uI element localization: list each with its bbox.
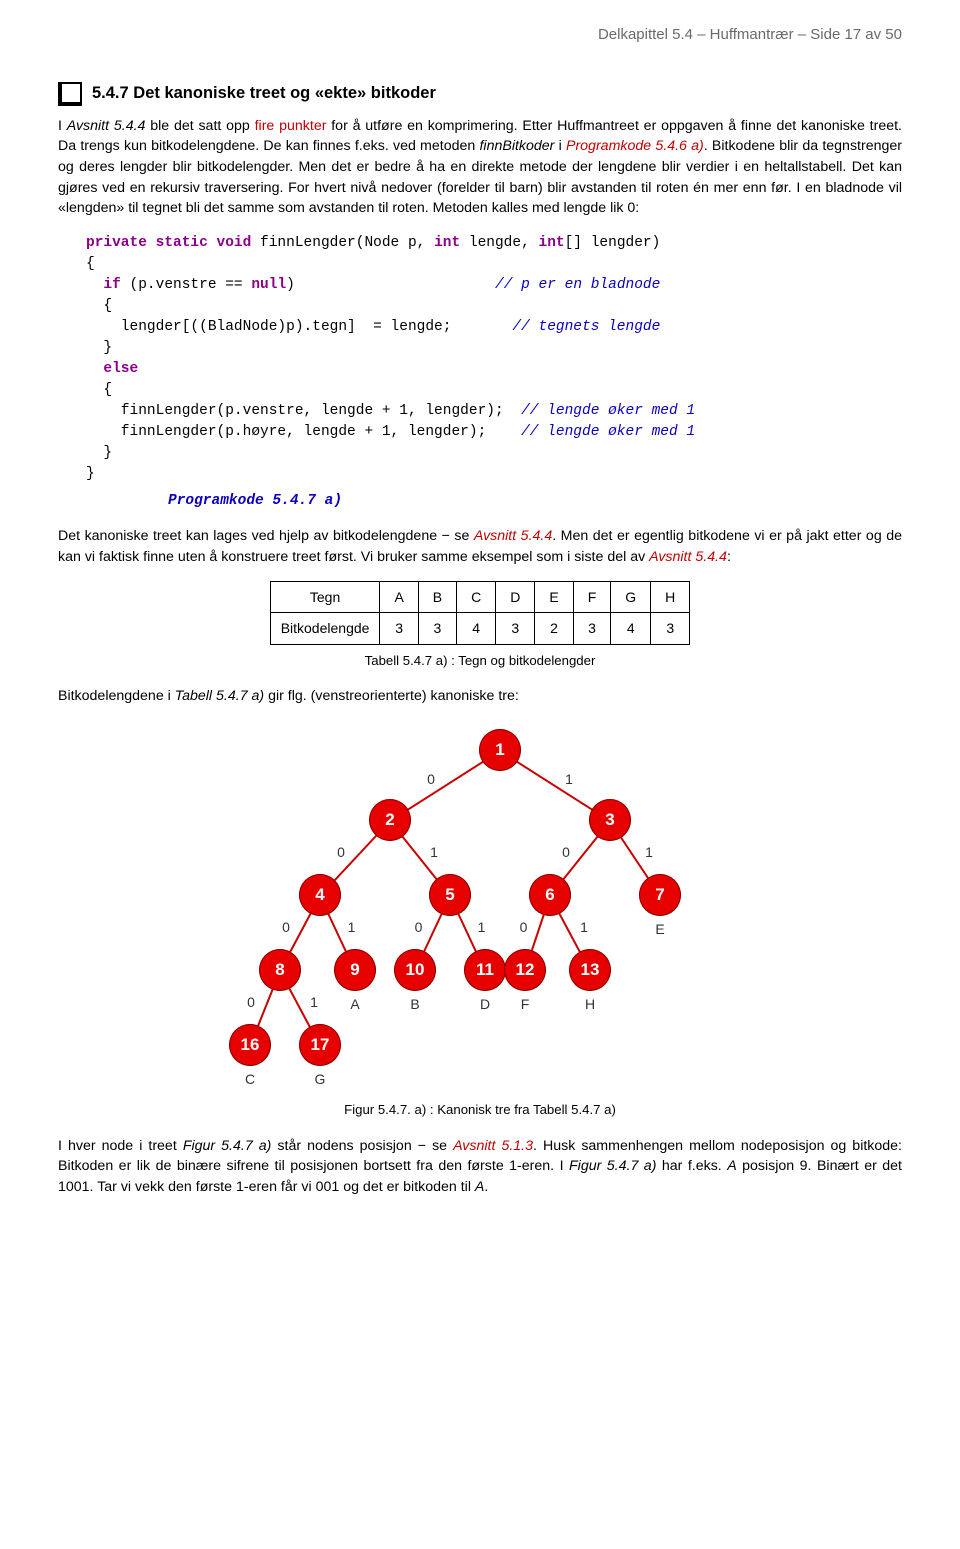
table-caption: Tabell 5.4.7 a) : Tegn og bitkodelengder: [58, 651, 902, 670]
leaf-label-C: C: [245, 1069, 255, 1089]
fire-punkter: fire punkter: [255, 118, 327, 134]
tree-node-2: 2: [369, 799, 411, 841]
edge-label: 1: [430, 842, 438, 862]
td: D: [496, 582, 535, 613]
edge-label: 0: [247, 992, 255, 1012]
huffman-tree: 01010101010101123456789101112131617EABDF…: [200, 720, 760, 1090]
leaf-label-G: G: [315, 1069, 326, 1089]
edge-label: 1: [565, 769, 573, 789]
ref-avsnitt-4: Avsnitt 5.1.3: [453, 1138, 533, 1154]
figure-caption: Figur 5.4.7. a) : Kanonisk tre fra Tabel…: [58, 1100, 902, 1119]
td-bitkodelengde: Bitkodelengde: [270, 613, 380, 644]
fn-name: finnBitkoder: [479, 138, 554, 154]
edge-label: 1: [348, 917, 356, 937]
edge-label: 0: [562, 842, 570, 862]
edge-label: 0: [282, 917, 290, 937]
paragraph-1: I Avsnitt 5.4.4 ble det satt opp fire pu…: [58, 116, 902, 219]
td: 2: [535, 613, 573, 644]
edge-label: 1: [645, 842, 653, 862]
td: 3: [380, 613, 418, 644]
leaf-label-B: B: [410, 994, 419, 1014]
tree-node-11: 11: [464, 949, 506, 991]
tree-node-12: 12: [504, 949, 546, 991]
td: 3: [496, 613, 535, 644]
section-icon: [58, 82, 82, 106]
edge-label: 1: [310, 992, 318, 1012]
td: B: [418, 582, 456, 613]
edge-label: 1: [478, 917, 486, 937]
code-listing: private static void finnLengder(Node p, …: [86, 233, 902, 485]
td: 4: [611, 613, 651, 644]
td: F: [573, 582, 611, 613]
page-header: Delkapittel 5.4 – Huffmantrær – Side 17 …: [58, 24, 902, 46]
tree-node-17: 17: [299, 1024, 341, 1066]
td: 3: [651, 613, 690, 644]
tree-node-7: 7: [639, 874, 681, 916]
leaf-label-F: F: [521, 994, 530, 1014]
table-bitkodelengder: Tegn A B C D E F G H Bitkodelengde 3 3 4…: [270, 581, 691, 645]
td: C: [457, 582, 496, 613]
td: 4: [457, 613, 496, 644]
tree-node-6: 6: [529, 874, 571, 916]
td: 3: [573, 613, 611, 644]
td: H: [651, 582, 690, 613]
tree-node-8: 8: [259, 949, 301, 991]
tree-node-1: 1: [479, 729, 521, 771]
ref-figur-2: Figur 5.4.7 a): [569, 1158, 656, 1174]
ref-figur: Figur 5.4.7 a): [183, 1138, 272, 1154]
tree-node-13: 13: [569, 949, 611, 991]
edge-label: 1: [580, 917, 588, 937]
edge-label: 0: [337, 842, 345, 862]
tree-node-3: 3: [589, 799, 631, 841]
tree-node-5: 5: [429, 874, 471, 916]
leaf-label-E: E: [655, 919, 664, 939]
td: 3: [418, 613, 456, 644]
paragraph-2: Det kanoniske treet kan lages ved hjelp …: [58, 526, 902, 567]
sym-A: A: [727, 1158, 736, 1174]
tree-node-10: 10: [394, 949, 436, 991]
ref-avsnitt-2: Avsnitt 5.4.4: [474, 528, 552, 544]
td: G: [611, 582, 651, 613]
td: E: [535, 582, 573, 613]
edge-label: 0: [520, 917, 528, 937]
paragraph-3: Bitkodelengdene i Tabell 5.4.7 a) gir fl…: [58, 686, 902, 707]
edge-label: 0: [427, 769, 435, 789]
section-title: 5.4.7 Det kanoniske treet og «ekte» bitk…: [92, 82, 436, 106]
paragraph-4: I hver node i treet Figur 5.4.7 a) står …: [58, 1136, 902, 1198]
ref-avsnitt-3: Avsnitt 5.4.4: [649, 549, 727, 565]
edge-label: 0: [415, 917, 423, 937]
tree-node-9: 9: [334, 949, 376, 991]
ref-programkode: Programkode 5.4.6 a): [566, 138, 704, 154]
th-tegn: Tegn: [270, 582, 380, 613]
tree-node-16: 16: [229, 1024, 271, 1066]
ref-tabell: Tabell 5.4.7 a): [175, 688, 264, 704]
leaf-label-H: H: [585, 994, 595, 1014]
code-caption: Programkode 5.4.7 a): [168, 491, 902, 512]
ref-avsnitt: Avsnitt 5.4.4: [67, 118, 146, 134]
td: A: [380, 582, 418, 613]
tree-node-4: 4: [299, 874, 341, 916]
leaf-label-D: D: [480, 994, 490, 1014]
leaf-label-A: A: [350, 994, 359, 1014]
sym-A2: A: [475, 1179, 484, 1195]
